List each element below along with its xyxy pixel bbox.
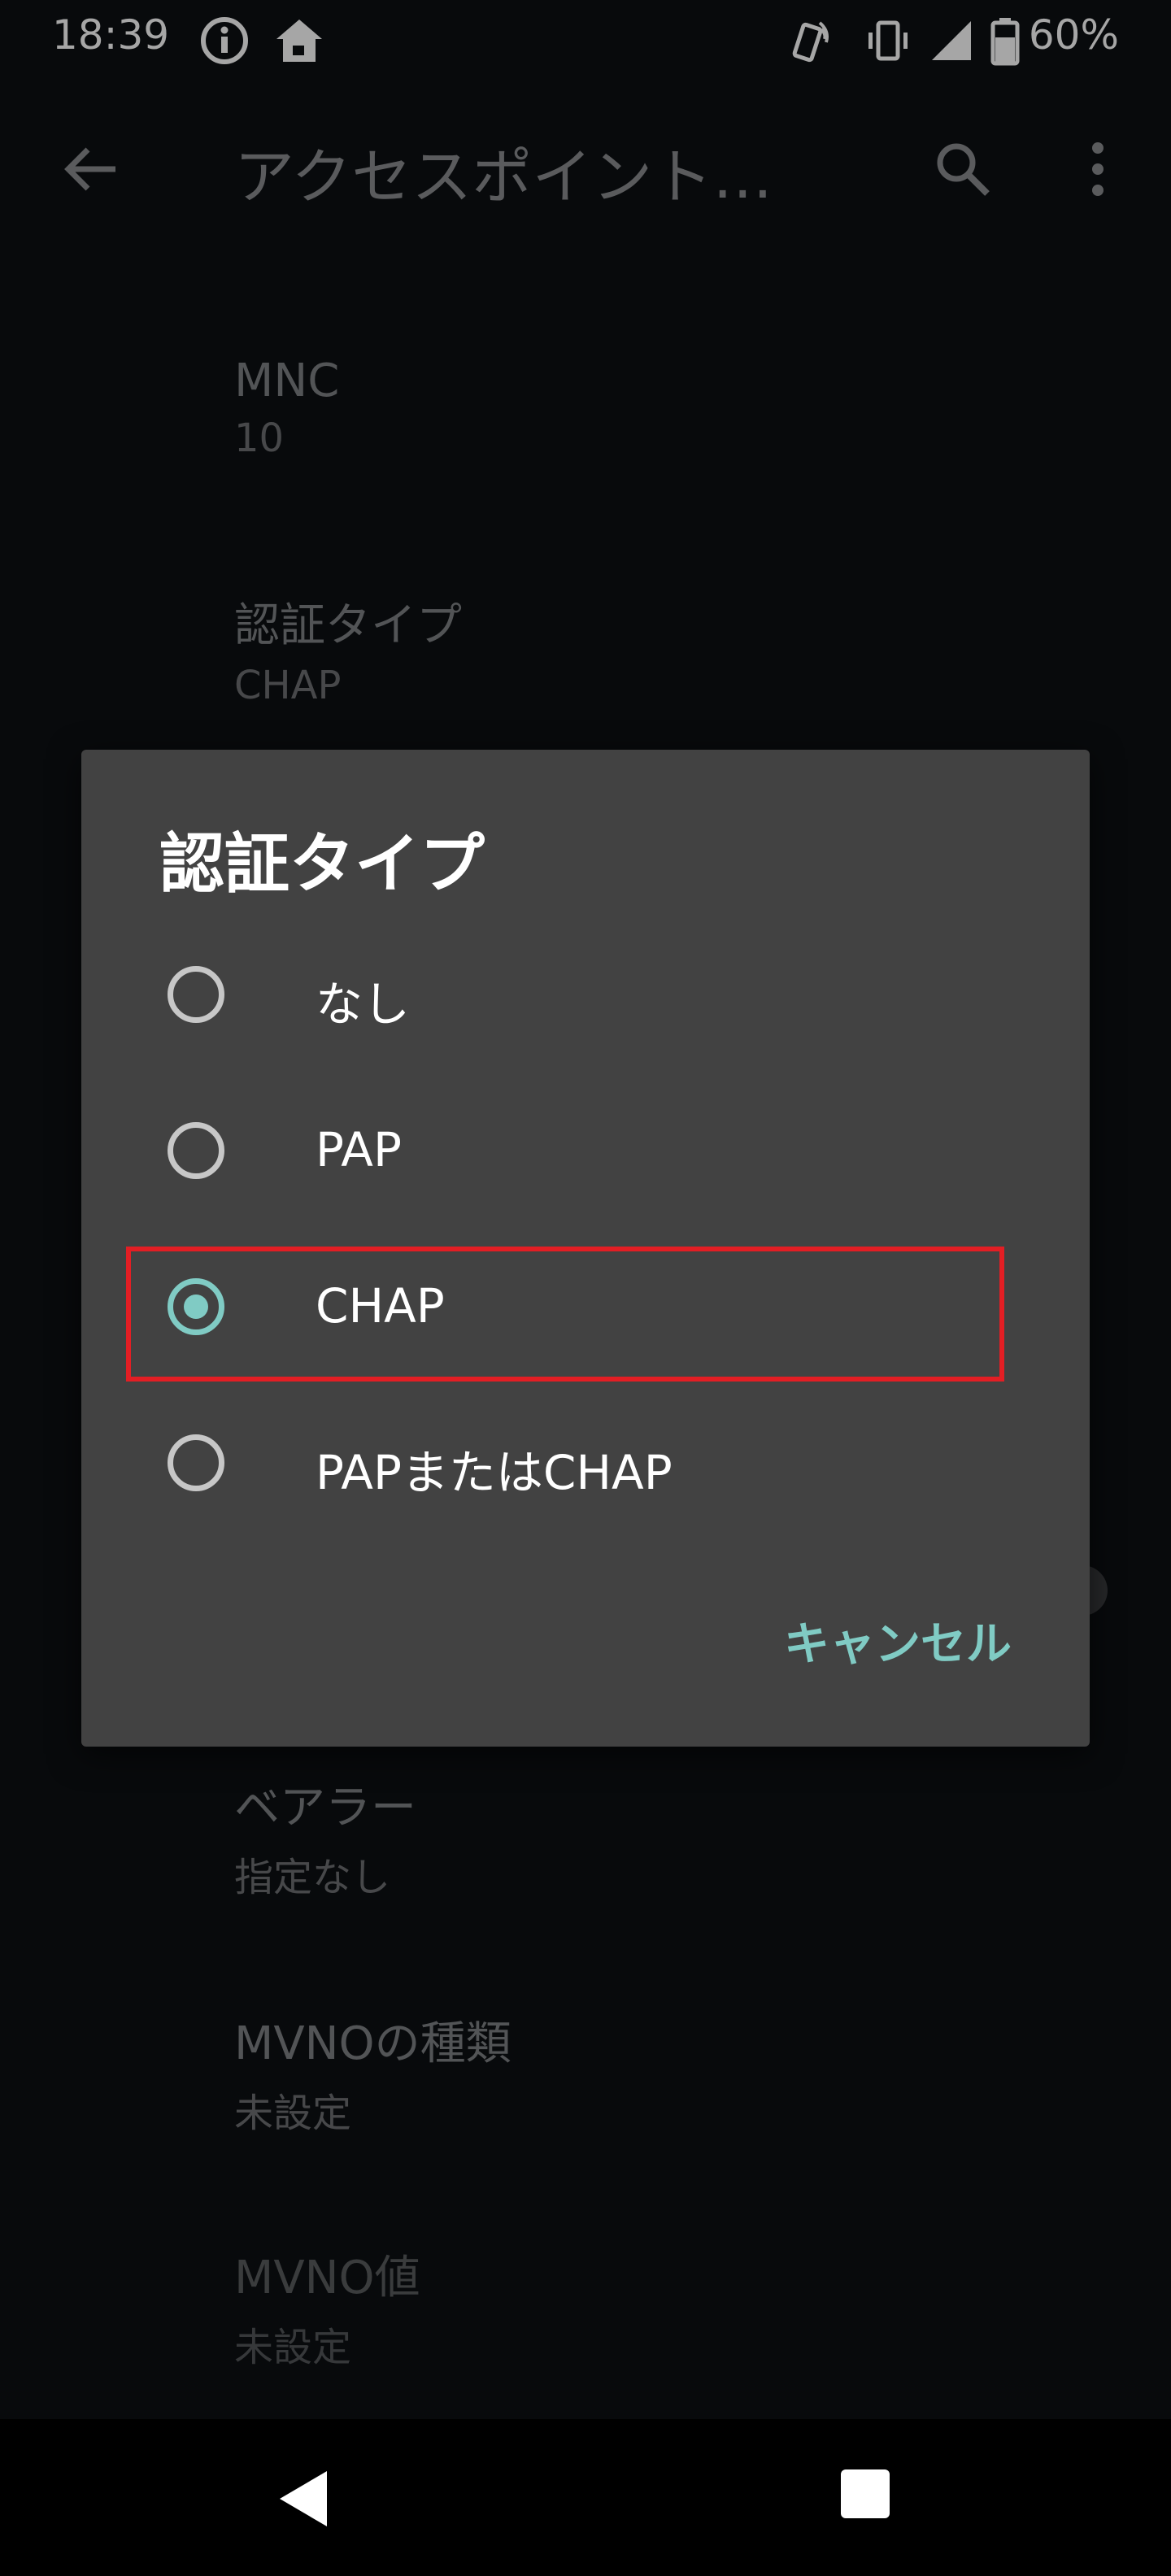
nav-back-icon[interactable] <box>276 2468 330 2533</box>
dialog-title: 認証タイプ <box>159 826 485 902</box>
option-label: なし <box>316 977 411 1032</box>
radio-button[interactable] <box>168 1434 224 1491</box>
option-pap[interactable]: PAP <box>122 1077 1008 1233</box>
annotation-highlight-box <box>126 1247 1004 1382</box>
option-pap-or-chap[interactable]: PAPまたはCHAP <box>122 1389 1008 1545</box>
option-none[interactable]: なし <box>122 920 1008 1077</box>
option-label: PAP <box>316 1122 402 1177</box>
nav-recents-icon[interactable] <box>841 2469 890 2518</box>
navigation-bar <box>0 2419 1171 2576</box>
option-label: PAPまたはCHAP <box>316 1445 673 1500</box>
radio-button[interactable] <box>168 966 224 1023</box>
radio-button[interactable] <box>168 1122 224 1179</box>
cancel-button[interactable]: キャンセル <box>784 1608 1012 1673</box>
